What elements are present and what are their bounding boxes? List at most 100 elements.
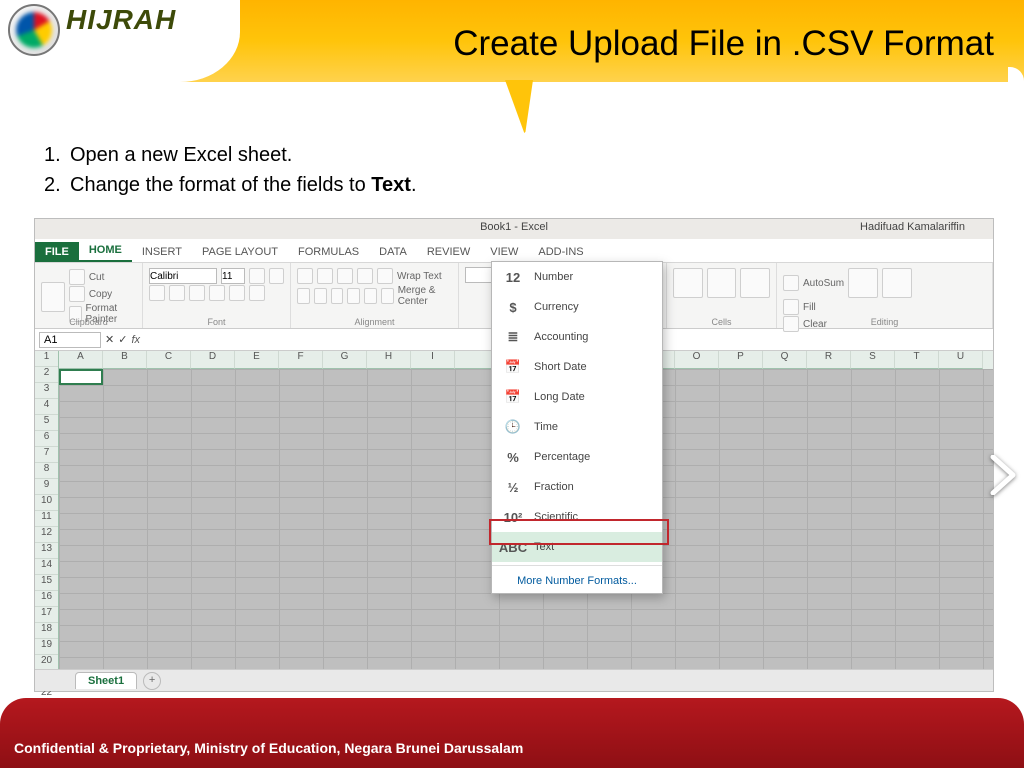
- row-header[interactable]: 7: [35, 447, 58, 463]
- align-bottom-icon[interactable]: [337, 268, 353, 284]
- decrease-font-icon[interactable]: [269, 268, 285, 284]
- column-header[interactable]: T: [895, 351, 939, 369]
- row-header[interactable]: 17: [35, 607, 58, 623]
- row-header[interactable]: 8: [35, 463, 58, 479]
- nf-label: Number: [534, 271, 573, 283]
- ribbon-tab-add-ins[interactable]: ADD-INS: [528, 242, 593, 262]
- column-header[interactable]: P: [719, 351, 763, 369]
- ribbon-tab-page-layout[interactable]: PAGE LAYOUT: [192, 242, 288, 262]
- column-header[interactable]: G: [323, 351, 367, 369]
- merge-icon[interactable]: [381, 288, 394, 304]
- ribbon-tab-review[interactable]: REVIEW: [417, 242, 480, 262]
- align-top-icon[interactable]: [297, 268, 313, 284]
- column-header[interactable]: D: [191, 351, 235, 369]
- indent-inc-icon[interactable]: [364, 288, 377, 304]
- ribbon-tab-data[interactable]: DATA: [369, 242, 417, 262]
- nf-label: Short Date: [534, 361, 587, 373]
- row-header[interactable]: 6: [35, 431, 58, 447]
- italic-icon[interactable]: [169, 285, 185, 301]
- ribbon-tab-formulas[interactable]: FORMULAS: [288, 242, 369, 262]
- increase-font-icon[interactable]: [249, 268, 265, 284]
- insert-cells-icon[interactable]: [673, 268, 703, 298]
- autosum-label: AutoSum: [803, 278, 844, 289]
- cut-icon[interactable]: [69, 269, 85, 285]
- indent-dec-icon[interactable]: [347, 288, 360, 304]
- column-header[interactable]: A: [59, 351, 103, 369]
- fx-label[interactable]: fx: [131, 334, 140, 346]
- next-slide-button[interactable]: [984, 450, 1022, 500]
- nf-option-scientific[interactable]: 10²Scientific: [492, 502, 662, 532]
- name-box[interactable]: [39, 332, 101, 348]
- nf-label: Text: [534, 541, 554, 553]
- align-right-icon[interactable]: [331, 288, 344, 304]
- orientation-icon[interactable]: [357, 268, 373, 284]
- column-header[interactable]: R: [807, 351, 851, 369]
- column-header[interactable]: E: [235, 351, 279, 369]
- align-center-icon[interactable]: [314, 288, 327, 304]
- row-header[interactable]: 13: [35, 543, 58, 559]
- underline-icon[interactable]: [189, 285, 205, 301]
- column-header[interactable]: H: [367, 351, 411, 369]
- ribbon-tab-file[interactable]: FILE: [35, 242, 79, 262]
- bold-icon[interactable]: [149, 285, 165, 301]
- nf-option-number[interactable]: 12Number: [492, 262, 662, 292]
- cancel-icon[interactable]: ✕: [105, 333, 114, 346]
- nf-option-currency[interactable]: $Currency: [492, 292, 662, 322]
- delete-cells-icon[interactable]: [707, 268, 737, 298]
- align-left-icon[interactable]: [297, 288, 310, 304]
- row-header[interactable]: 1: [35, 351, 58, 367]
- column-header[interactable]: B: [103, 351, 147, 369]
- row-header[interactable]: 11: [35, 511, 58, 527]
- row-header[interactable]: 2: [35, 367, 58, 383]
- nf-option-short-date[interactable]: 📅Short Date: [492, 352, 662, 382]
- row-header[interactable]: 19: [35, 639, 58, 655]
- font-size-input[interactable]: [221, 268, 245, 284]
- fill-color-icon[interactable]: [229, 285, 245, 301]
- row-header[interactable]: 10: [35, 495, 58, 511]
- row-header[interactable]: 14: [35, 559, 58, 575]
- font-name-input[interactable]: [149, 268, 217, 284]
- copy-icon[interactable]: [69, 286, 85, 302]
- group-label-editing: Editing: [777, 317, 992, 327]
- ribbon-tab-view[interactable]: VIEW: [480, 242, 528, 262]
- paste-icon[interactable]: [41, 282, 65, 312]
- active-cell[interactable]: [59, 369, 103, 385]
- nf-option-percentage[interactable]: %Percentage: [492, 442, 662, 472]
- ribbon-tab-insert[interactable]: INSERT: [132, 242, 192, 262]
- fill-icon[interactable]: [783, 299, 799, 315]
- sheet-tab[interactable]: Sheet1: [75, 672, 137, 689]
- row-header[interactable]: 16: [35, 591, 58, 607]
- enter-icon[interactable]: ✓: [118, 333, 127, 346]
- row-header[interactable]: 5: [35, 415, 58, 431]
- row-header[interactable]: 4: [35, 399, 58, 415]
- wrap-text-icon[interactable]: [377, 268, 393, 284]
- nf-more-formats[interactable]: More Number Formats...: [492, 569, 662, 593]
- column-header[interactable]: Q: [763, 351, 807, 369]
- row-header[interactable]: 18: [35, 623, 58, 639]
- font-color-icon[interactable]: [249, 285, 265, 301]
- nf-option-fraction[interactable]: ½Fraction: [492, 472, 662, 502]
- autosum-icon[interactable]: [783, 275, 799, 291]
- format-cells-icon[interactable]: [740, 268, 770, 298]
- find-select-icon[interactable]: [882, 268, 912, 298]
- border-icon[interactable]: [209, 285, 225, 301]
- column-header[interactable]: F: [279, 351, 323, 369]
- nf-option-accounting[interactable]: ≣Accounting: [492, 322, 662, 352]
- nf-option-text[interactable]: ABCText: [492, 532, 662, 562]
- column-header[interactable]: U: [939, 351, 983, 369]
- row-header[interactable]: 3: [35, 383, 58, 399]
- nf-icon: 10²: [502, 507, 524, 527]
- align-middle-icon[interactable]: [317, 268, 333, 284]
- add-sheet-button[interactable]: +: [143, 672, 161, 690]
- row-header[interactable]: 15: [35, 575, 58, 591]
- ribbon-tab-home[interactable]: HOME: [79, 240, 132, 262]
- column-header[interactable]: C: [147, 351, 191, 369]
- row-header[interactable]: 12: [35, 527, 58, 543]
- nf-option-time[interactable]: 🕒Time: [492, 412, 662, 442]
- column-header[interactable]: O: [675, 351, 719, 369]
- nf-option-long-date[interactable]: 📅Long Date: [492, 382, 662, 412]
- column-header[interactable]: S: [851, 351, 895, 369]
- column-header[interactable]: I: [411, 351, 455, 369]
- sort-filter-icon[interactable]: [848, 268, 878, 298]
- row-header[interactable]: 9: [35, 479, 58, 495]
